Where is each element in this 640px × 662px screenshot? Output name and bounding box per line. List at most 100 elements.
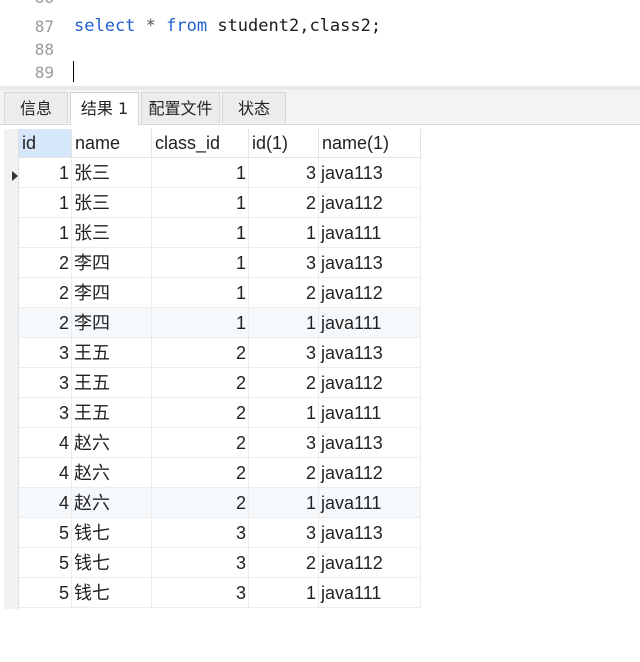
table-cell[interactable]: 3 — [19, 398, 72, 428]
table-cell[interactable]: java112 — [319, 188, 421, 218]
table-cell[interactable]: 2 — [19, 308, 72, 338]
table-cell[interactable]: 1 — [249, 308, 319, 338]
table-cell[interactable]: 2 — [152, 458, 249, 488]
table-cell[interactable]: 赵六 — [72, 428, 152, 458]
table-cell[interactable]: java111 — [319, 398, 421, 428]
table-cell[interactable]: java113 — [319, 338, 421, 368]
table-row[interactable]: 4 赵六 2 3 java113 — [19, 428, 421, 458]
table-cell[interactable]: java111 — [319, 218, 421, 248]
table-cell[interactable]: 1 — [249, 218, 319, 248]
table-cell[interactable]: 2 — [152, 368, 249, 398]
table-cell[interactable]: java113 — [319, 158, 421, 188]
editor-line[interactable]: 86 — [0, 0, 640, 9]
table-cell[interactable]: 3 — [249, 338, 319, 368]
table-cell[interactable]: 2 — [249, 278, 319, 308]
column-header[interactable]: id(1) — [249, 129, 319, 158]
table-cell[interactable]: 1 — [152, 158, 249, 188]
table-cell[interactable]: 2 — [249, 188, 319, 218]
tab-0[interactable]: 信息 — [4, 92, 68, 123]
table-cell[interactable]: java113 — [319, 518, 421, 548]
table-cell[interactable]: 5 — [19, 578, 72, 608]
table-cell[interactable]: java112 — [319, 278, 421, 308]
table-row[interactable]: 1 张三 1 3 java113 — [19, 158, 421, 188]
table-cell[interactable]: 3 — [19, 338, 72, 368]
table-cell[interactable]: 4 — [19, 488, 72, 518]
table-cell[interactable]: 4 — [19, 428, 72, 458]
table-cell[interactable]: 李四 — [72, 248, 152, 278]
editor-line[interactable]: 87 select * from student2,class2; — [0, 15, 640, 38]
table-cell[interactable]: 王五 — [72, 398, 152, 428]
table-row[interactable]: 5 钱七 3 1 java111 — [19, 578, 421, 608]
table-cell[interactable]: 1 — [19, 158, 72, 188]
table-cell[interactable]: 2 — [249, 548, 319, 578]
table-row[interactable]: 2 李四 1 2 java112 — [19, 278, 421, 308]
table-cell[interactable]: 3 — [249, 428, 319, 458]
table-cell[interactable]: 3 — [19, 368, 72, 398]
table-cell[interactable]: 钱七 — [72, 578, 152, 608]
table-cell[interactable]: 3 — [249, 248, 319, 278]
table-cell[interactable]: java112 — [319, 548, 421, 578]
table-cell[interactable]: java112 — [319, 458, 421, 488]
column-header[interactable]: name — [72, 129, 152, 158]
table-cell[interactable]: 1 — [19, 218, 72, 248]
table-row[interactable]: 1 张三 1 2 java112 — [19, 188, 421, 218]
column-header[interactable]: name(1) — [319, 129, 421, 158]
table-cell[interactable]: 5 — [19, 518, 72, 548]
tab-2[interactable]: 配置文件 — [141, 92, 220, 123]
table-row[interactable]: 1 张三 1 1 java111 — [19, 218, 421, 248]
table-row[interactable]: 2 李四 1 1 java111 — [19, 308, 421, 338]
table-cell[interactable]: 1 — [249, 578, 319, 608]
sql-statement[interactable]: select * from student2,class2; — [74, 15, 381, 38]
table-cell[interactable]: 1 — [152, 278, 249, 308]
row-header-column[interactable] — [4, 129, 19, 609]
result-grid[interactable]: id name class_id id(1) name(1) 1 张三 1 3 java113 1… — [0, 125, 640, 662]
editor-line[interactable]: 88 — [0, 38, 640, 61]
table-row[interactable]: 3 王五 2 3 java113 — [19, 338, 421, 368]
table-cell[interactable]: java112 — [319, 368, 421, 398]
table-cell[interactable]: 李四 — [72, 308, 152, 338]
table-cell[interactable]: 赵六 — [72, 458, 152, 488]
table-cell[interactable]: 钱七 — [72, 548, 152, 578]
table-cell[interactable]: 张三 — [72, 218, 152, 248]
table-cell[interactable]: 1 — [152, 218, 249, 248]
table-cell[interactable]: java111 — [319, 488, 421, 518]
table-cell[interactable]: 1 — [152, 248, 249, 278]
table-row[interactable]: 3 王五 2 2 java112 — [19, 368, 421, 398]
editor-line[interactable]: 89 — [0, 61, 640, 84]
table-row[interactable]: 5 钱七 3 2 java112 — [19, 548, 421, 578]
table-cell[interactable]: 5 — [19, 548, 72, 578]
table-cell[interactable]: 1 — [152, 188, 249, 218]
table-cell[interactable]: java113 — [319, 248, 421, 278]
table-cell[interactable]: 2 — [152, 338, 249, 368]
table-cell[interactable]: java111 — [319, 308, 421, 338]
table-cell[interactable]: 2 — [152, 428, 249, 458]
table-cell[interactable]: java113 — [319, 428, 421, 458]
table-cell[interactable]: 2 — [152, 398, 249, 428]
table-cell[interactable]: 张三 — [72, 158, 152, 188]
table-row[interactable]: 4 赵六 2 2 java112 — [19, 458, 421, 488]
table-cell[interactable]: 钱七 — [72, 518, 152, 548]
table-cell[interactable]: 2 — [249, 368, 319, 398]
table-cell[interactable]: 王五 — [72, 368, 152, 398]
table-row[interactable]: 4 赵六 2 1 java111 — [19, 488, 421, 518]
tab-1[interactable]: 结果 1 — [70, 92, 139, 125]
table-cell[interactable]: 3 — [152, 548, 249, 578]
table-row[interactable]: 2 李四 1 3 java113 — [19, 248, 421, 278]
column-header[interactable]: class_id — [152, 129, 249, 158]
table-cell[interactable]: 1 — [19, 188, 72, 218]
table-cell[interactable]: 李四 — [72, 278, 152, 308]
table-row[interactable]: 3 王五 2 1 java111 — [19, 398, 421, 428]
column-header[interactable]: id — [19, 129, 72, 158]
table-cell[interactable]: 2 — [19, 248, 72, 278]
table-cell[interactable]: 张三 — [72, 188, 152, 218]
table-cell[interactable]: 王五 — [72, 338, 152, 368]
tab-3[interactable]: 状态 — [222, 92, 286, 123]
table-cell[interactable]: 3 — [152, 518, 249, 548]
sql-editor[interactable]: 86 87 select * from student2,class2; 88 89 — [0, 0, 640, 88]
table-cell[interactable]: 赵六 — [72, 488, 152, 518]
table-cell[interactable]: 2 — [152, 488, 249, 518]
table-cell[interactable]: 4 — [19, 458, 72, 488]
table-cell[interactable]: 2 — [249, 458, 319, 488]
table-cell[interactable]: 3 — [152, 578, 249, 608]
table-row[interactable]: 5 钱七 3 3 java113 — [19, 518, 421, 548]
